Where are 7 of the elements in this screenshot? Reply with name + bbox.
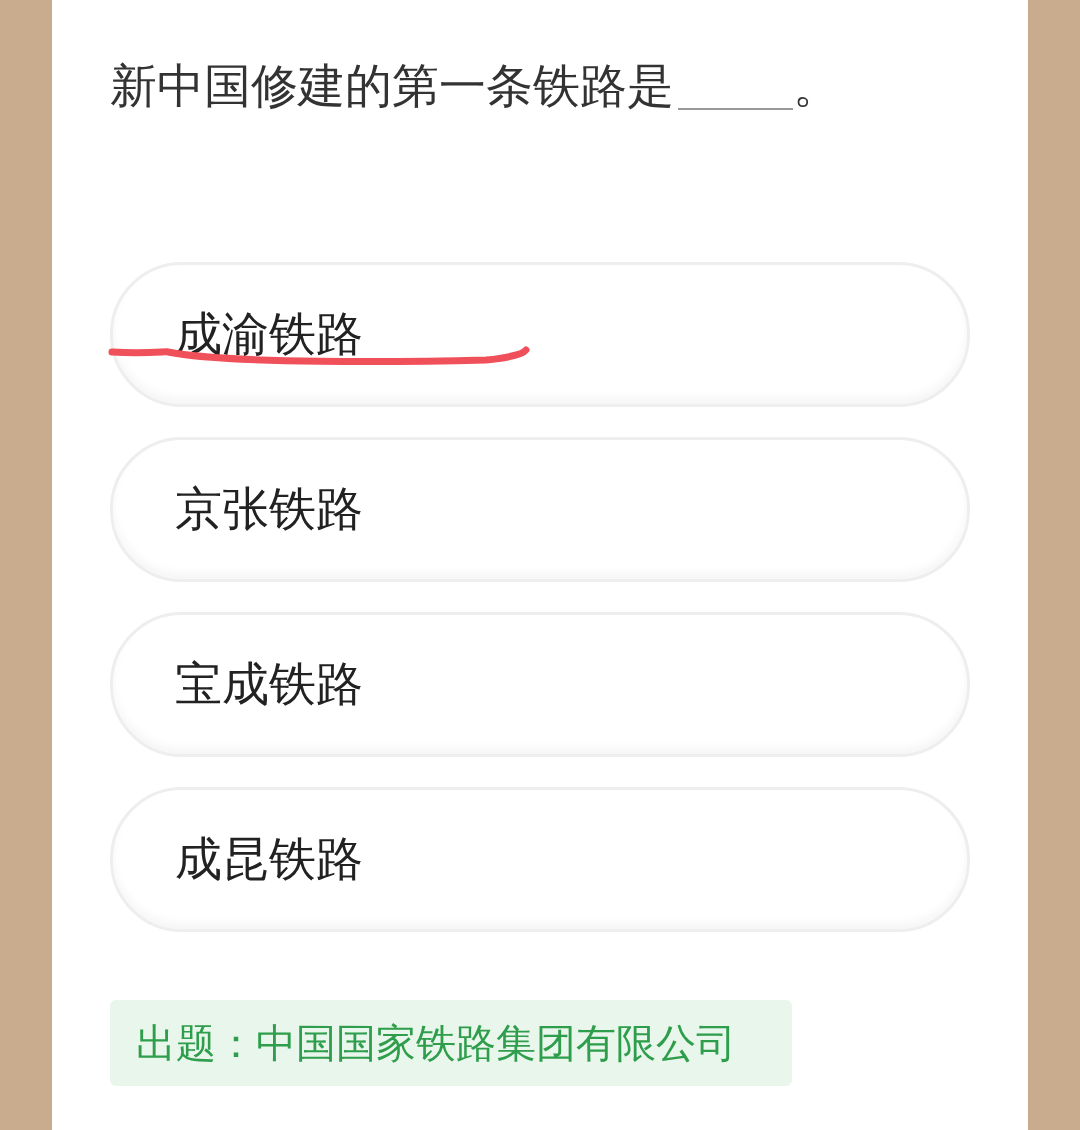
- answer-option[interactable]: 成昆铁路: [110, 787, 970, 932]
- answer-option[interactable]: 成渝铁路: [110, 262, 970, 407]
- answer-option[interactable]: 宝成铁路: [110, 612, 970, 757]
- question-text: 新中国修建的第一条铁路是: [110, 57, 674, 115]
- question-punctuation: 。: [793, 57, 840, 115]
- source-label: 出题：中国国家铁路集团有限公司: [110, 1000, 792, 1086]
- answer-option[interactable]: 京张铁路: [110, 437, 970, 582]
